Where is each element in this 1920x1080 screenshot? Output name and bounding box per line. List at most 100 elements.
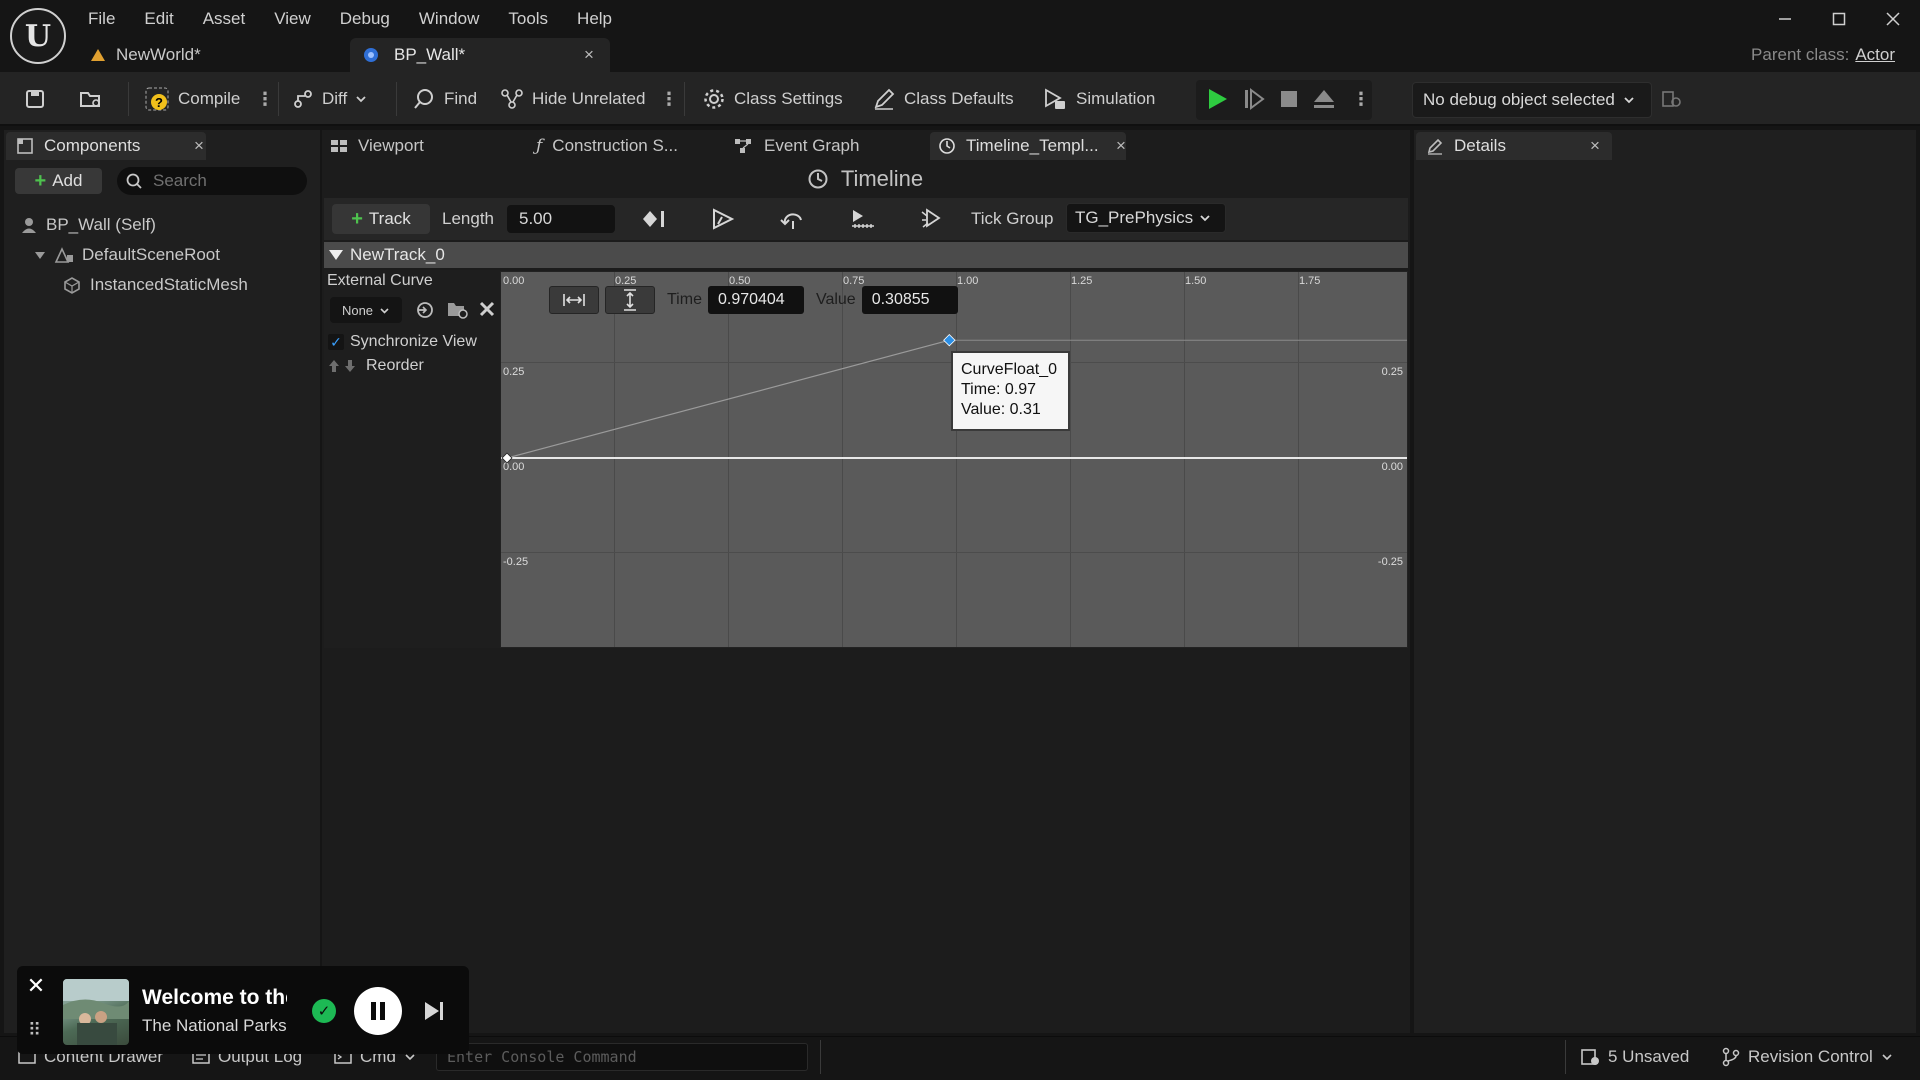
- debug-filter-button[interactable]: [1660, 72, 1682, 126]
- browse-button[interactable]: [78, 72, 104, 126]
- tab-components[interactable]: Components ×: [6, 132, 206, 160]
- use-last-keyframe-button[interactable]: [637, 204, 671, 234]
- menu-bar: File Edit Asset View Debug Window Tools …: [88, 0, 641, 38]
- add-label: Add: [52, 171, 83, 190]
- play-options-icon[interactable]: ⋮: [1352, 72, 1370, 126]
- last-keyframe-icon: [641, 208, 667, 230]
- tick-group-select[interactable]: TG_PrePhysics: [1066, 203, 1226, 233]
- close-panel-icon[interactable]: ×: [194, 136, 204, 156]
- tree-item-instanced-static-mesh[interactable]: InstancedStaticMesh: [62, 270, 248, 300]
- close-icon[interactable]: ✕: [24, 973, 48, 998]
- add-component-button[interactable]: + Add: [15, 168, 102, 194]
- tab-newworld[interactable]: NewWorld*: [90, 38, 340, 72]
- function-icon: ƒ: [536, 136, 543, 156]
- tree-item-default-scene-root[interactable]: DefaultSceneRoot: [34, 240, 220, 270]
- saved-check-icon[interactable]: ✓: [312, 999, 336, 1023]
- keyframe-marker-selected[interactable]: [943, 333, 956, 347]
- curve-editor[interactable]: 0.00 0.25 0.50 0.75 1.00 1.25 1.50 1.75 …: [500, 271, 1408, 648]
- unreal-logo-icon[interactable]: U: [10, 8, 66, 64]
- play-button[interactable]: [1205, 72, 1229, 126]
- level-icon: [90, 47, 106, 63]
- tab-details[interactable]: Details ×: [1416, 132, 1612, 160]
- menu-debug[interactable]: Debug: [340, 9, 405, 29]
- fit-vertical-icon: [622, 288, 638, 312]
- debug-object-select[interactable]: No debug object selected: [1412, 82, 1652, 118]
- tab-viewport[interactable]: Viewport: [330, 132, 490, 160]
- autoplay-button[interactable]: [706, 204, 740, 234]
- revision-control-button[interactable]: Revision Control: [1722, 1042, 1893, 1072]
- hide-unrelated-options-icon[interactable]: ⋮: [660, 72, 678, 126]
- minimize-icon[interactable]: [1758, 0, 1812, 38]
- compile-button[interactable]: ? Compile: [144, 72, 240, 126]
- zoom-vertical-button[interactable]: [605, 286, 655, 314]
- find-button[interactable]: Find: [412, 72, 477, 126]
- curve-plot: [501, 333, 1407, 464]
- save-button[interactable]: [24, 72, 46, 126]
- clear-curve-button[interactable]: [478, 300, 496, 318]
- tab-construction-script[interactable]: ƒ Construction S...: [536, 132, 711, 160]
- add-track-button[interactable]: + Track: [332, 204, 430, 234]
- parent-class-link[interactable]: Actor: [1855, 45, 1895, 65]
- simulation-button[interactable]: Simulation: [1042, 72, 1155, 126]
- menu-asset[interactable]: Asset: [203, 9, 261, 29]
- play-icon: [1205, 87, 1229, 111]
- console-input[interactable]: Enter Console Command: [436, 1043, 808, 1071]
- autoplay-icon: [710, 207, 736, 231]
- key-value-input[interactable]: 0.30855: [861, 286, 958, 314]
- compile-options-icon[interactable]: ⋮: [256, 72, 274, 126]
- diff-label: Diff: [322, 89, 348, 108]
- external-curve-select[interactable]: None: [330, 297, 402, 323]
- pause-button[interactable]: [354, 987, 402, 1035]
- status-separator: [820, 1040, 821, 1074]
- tree-item-self[interactable]: BP_Wall (Self): [20, 210, 156, 240]
- eject-button[interactable]: [1312, 72, 1336, 126]
- checkbox-icon: ✓: [328, 334, 344, 350]
- hide-unrelated-button[interactable]: Hide Unrelated: [500, 72, 645, 126]
- key-time-input[interactable]: 0.970404: [707, 286, 804, 314]
- use-selected-curve-button[interactable]: [414, 299, 436, 321]
- toolbar-separator: [684, 82, 685, 116]
- maximize-icon[interactable]: [1812, 0, 1866, 38]
- menu-tools[interactable]: Tools: [508, 9, 563, 29]
- tab-event-graph[interactable]: Event Graph: [734, 132, 914, 160]
- class-settings-button[interactable]: Class Settings: [702, 72, 843, 126]
- advance-frame-button[interactable]: [1242, 72, 1266, 126]
- length-input[interactable]: 5.00: [507, 205, 615, 233]
- curve-segment: [506, 339, 950, 459]
- svg-text:?: ?: [155, 95, 163, 110]
- simulation-label: Simulation: [1076, 89, 1156, 108]
- menu-file[interactable]: File: [88, 9, 130, 29]
- track-properties: [324, 270, 500, 648]
- close-panel-icon[interactable]: ×: [1590, 136, 1600, 156]
- menu-help[interactable]: Help: [577, 9, 627, 29]
- stop-button[interactable]: [1278, 72, 1300, 126]
- diff-button[interactable]: Diff: [292, 72, 367, 126]
- keyframe-marker[interactable]: [501, 452, 513, 464]
- close-tab-icon[interactable]: ×: [584, 45, 594, 65]
- track-name: NewTrack_0: [350, 245, 445, 264]
- tab-bp-wall[interactable]: BP_Wall* ×: [350, 38, 610, 72]
- tree-item-label: DefaultSceneRoot: [82, 245, 220, 264]
- track-header[interactable]: NewTrack_0: [324, 242, 1408, 268]
- menu-window[interactable]: Window: [419, 9, 494, 29]
- replicated-button[interactable]: [846, 204, 880, 234]
- curve-toolbar: Time 0.970404 Value 0.30855: [549, 286, 958, 314]
- ignore-time-dilation-button[interactable]: [916, 204, 950, 234]
- drag-handle-icon[interactable]: ⠿: [28, 1020, 41, 1041]
- components-search-input[interactable]: Search: [117, 167, 307, 195]
- class-defaults-button[interactable]: Class Defaults: [872, 72, 1014, 126]
- toolbar-separator: [396, 82, 397, 116]
- reorder-control[interactable]: Reorder: [328, 357, 424, 375]
- tab-timeline[interactable]: Timeline_Templ... ×: [930, 132, 1126, 160]
- find-icon: [412, 87, 436, 111]
- menu-edit[interactable]: Edit: [144, 9, 188, 29]
- loop-button[interactable]: [776, 204, 810, 234]
- zoom-horizontal-button[interactable]: [549, 286, 599, 314]
- close-window-icon[interactable]: [1866, 0, 1920, 38]
- next-track-button[interactable]: [420, 997, 448, 1025]
- menu-view[interactable]: View: [274, 9, 326, 29]
- unsaved-button[interactable]: 5 Unsaved: [1580, 1042, 1689, 1072]
- browse-curve-button[interactable]: [446, 299, 470, 321]
- synchronize-view-toggle[interactable]: ✓ Synchronize View: [328, 333, 477, 351]
- close-tab-icon[interactable]: ×: [1116, 136, 1126, 156]
